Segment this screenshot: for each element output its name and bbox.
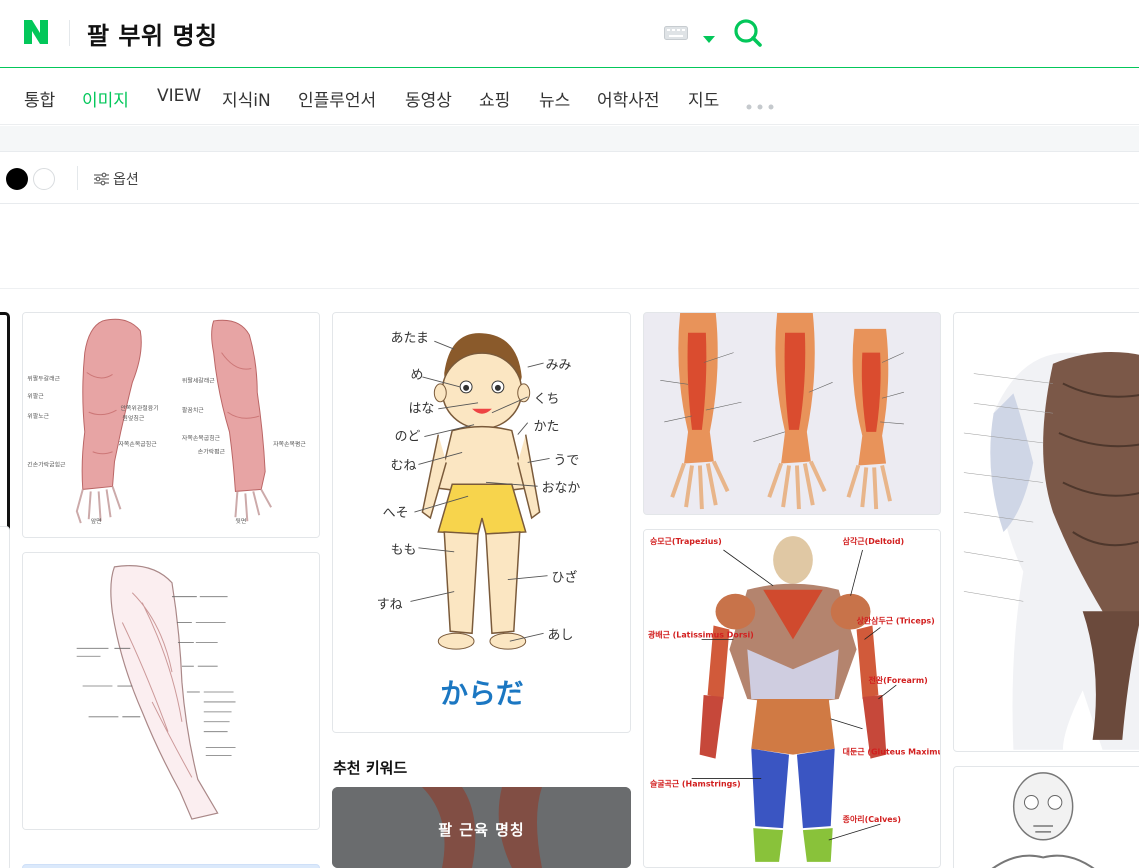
options-button[interactable]: 옵션 xyxy=(94,168,139,190)
search-icon[interactable] xyxy=(733,18,763,48)
image-card-arm-sketch[interactable] xyxy=(22,552,320,830)
arm-label: 팔꿈치근 xyxy=(182,406,204,414)
arm-label: 자쪽손목굽힘근 xyxy=(182,434,221,442)
option-divider xyxy=(77,166,78,190)
color-filter-white[interactable] xyxy=(33,168,55,190)
image-card[interactable] xyxy=(0,526,10,868)
karada-label: もも xyxy=(391,543,417,558)
arm-muscles-image: 위팔두갈래근 위팔근 위팔노근 긴손가락굽힘근 안쪽위관절융기 원엎침근 자쪽손… xyxy=(23,313,319,537)
muscle-label: 광배근 (Latissimus Dorsi) xyxy=(648,629,754,639)
filter-area xyxy=(0,205,1139,289)
logo-divider xyxy=(69,20,70,46)
karada-label: ひざ xyxy=(552,570,578,586)
arm-label: 자쪽손목굽힘근 xyxy=(118,440,157,448)
karada-label: むね xyxy=(391,458,417,473)
search-query-text[interactable]: 팔 부위 명칭 xyxy=(87,16,218,51)
image-card-arm-muscles[interactable]: 위팔두갈래근 위팔근 위팔노근 긴손가락굽힘근 안쪽위관절융기 원엎침근 자쪽손… xyxy=(22,312,320,538)
image-card-karada[interactable]: あたま め はな のど むね へそ もも すね みみ くち かた うで おなか … xyxy=(332,312,631,733)
tab-influencer[interactable]: 인플루언서 xyxy=(298,86,376,111)
arm-label: 자쪽손목폄근 xyxy=(273,440,306,448)
muscle-label: 종아리(Calves) xyxy=(843,814,901,824)
arm-caption: 뒷면 xyxy=(235,517,246,525)
image-card[interactable] xyxy=(22,864,320,868)
arm-label: 긴손가락굽힘근 xyxy=(27,461,66,469)
karada-label: あし xyxy=(548,628,574,643)
recommended-keyword-label: 팔 근육 명칭 xyxy=(438,821,525,839)
search-tabs: 통합 이미지 VIEW 지식iN 인플루언서 동영상 쇼핑 뉴스 어학사전 지도 xyxy=(0,69,1139,125)
karada-label: おなか xyxy=(542,481,581,496)
muscle-label: 승모근(Trapezius) xyxy=(650,536,722,546)
options-label: 옵션 xyxy=(113,172,139,188)
sliders-icon xyxy=(94,172,109,186)
tab-view[interactable]: VIEW xyxy=(157,86,201,106)
tab-dictionary[interactable]: 어학사전 xyxy=(597,86,660,111)
arm-label: 위팔노근 xyxy=(27,412,49,420)
arm-label: 안쪽위관절융기 xyxy=(120,404,158,412)
karada-image: あたま め はな のど むね へそ もも すね みみ くち かた うで おなか … xyxy=(333,313,630,732)
muscle-label: 전완(Forearm) xyxy=(868,675,927,685)
caret-down-icon[interactable] xyxy=(703,29,715,43)
image-card-muscle-figure[interactable] xyxy=(953,312,1139,752)
karada-label: くち xyxy=(534,392,560,407)
spacer-band xyxy=(0,126,1139,151)
image-card-forearm[interactable] xyxy=(643,312,941,515)
karada-label: はな xyxy=(408,402,434,417)
image-card-skeleton[interactable] xyxy=(953,766,1139,868)
naver-logo-icon[interactable] xyxy=(22,18,50,46)
muscle-figure-image xyxy=(954,314,1139,750)
karada-label: すね xyxy=(377,597,403,612)
arm-label: 손가락폄근 xyxy=(198,448,226,456)
karada-label: め xyxy=(410,368,423,383)
karada-label: あたま xyxy=(391,331,429,346)
tab-shopping[interactable]: 쇼핑 xyxy=(479,86,510,111)
forearm-muscles-image xyxy=(644,313,940,514)
arm-label: 위팔두갈래근 xyxy=(27,374,60,382)
recommended-keywords-title: 추천 키워드 xyxy=(333,759,408,777)
arm-caption: 앞면 xyxy=(91,517,102,525)
karada-label: みみ xyxy=(546,358,572,373)
image-card-selected[interactable] xyxy=(0,312,10,538)
tab-knowledge-in[interactable]: 지식iN xyxy=(222,86,271,111)
recommended-keyword-card[interactable]: 팔 근육 명칭 xyxy=(332,787,631,868)
tab-integrated[interactable]: 통합 xyxy=(24,86,55,111)
search-header: 팔 부위 명칭 xyxy=(0,0,1139,68)
muscle-label: 삼각근(Deltoid) xyxy=(843,536,905,546)
karada-title: からだ xyxy=(440,677,524,710)
image-card-back-muscles[interactable]: 승모근(Trapezius) 삼각근(Deltoid) 광배근 (Latissi… xyxy=(643,529,941,868)
karada-label: うで xyxy=(554,453,580,468)
image-grid: 위팔두갈래근 위팔근 위팔노근 긴손가락굽힘근 안쪽위관절융기 원엎침근 자쪽손… xyxy=(0,290,1139,868)
back-muscles-image: 승모근(Trapezius) 삼각근(Deltoid) 광배근 (Latissi… xyxy=(644,530,940,867)
muscle-label: 슬굴곡근 (Hamstrings) xyxy=(650,778,741,788)
arm-label: 위팔근 xyxy=(27,392,44,400)
karada-label: のど xyxy=(395,430,421,445)
tab-map[interactable]: 지도 xyxy=(688,86,719,111)
keyboard-icon[interactable] xyxy=(664,26,688,40)
muscle-label: 대둔근 (Gluteus Maximus) xyxy=(843,747,940,757)
color-filter-black[interactable] xyxy=(6,168,28,190)
karada-label: かた xyxy=(534,420,560,435)
option-bar: 옵션 xyxy=(0,151,1139,204)
arm-label: 위팔세갈래근 xyxy=(182,376,215,384)
arm-sketch-image xyxy=(23,553,319,829)
tab-news[interactable]: 뉴스 xyxy=(539,86,570,111)
skeleton-image xyxy=(954,767,1139,868)
more-tabs-icon[interactable] xyxy=(746,95,774,110)
muscle-label: 상완삼두근 (Triceps) xyxy=(857,616,935,626)
karada-label: へそ xyxy=(383,506,409,521)
arm-label: 원엎침근 xyxy=(122,414,144,422)
tab-images[interactable]: 이미지 xyxy=(82,86,129,111)
tab-video[interactable]: 동영상 xyxy=(405,86,452,111)
